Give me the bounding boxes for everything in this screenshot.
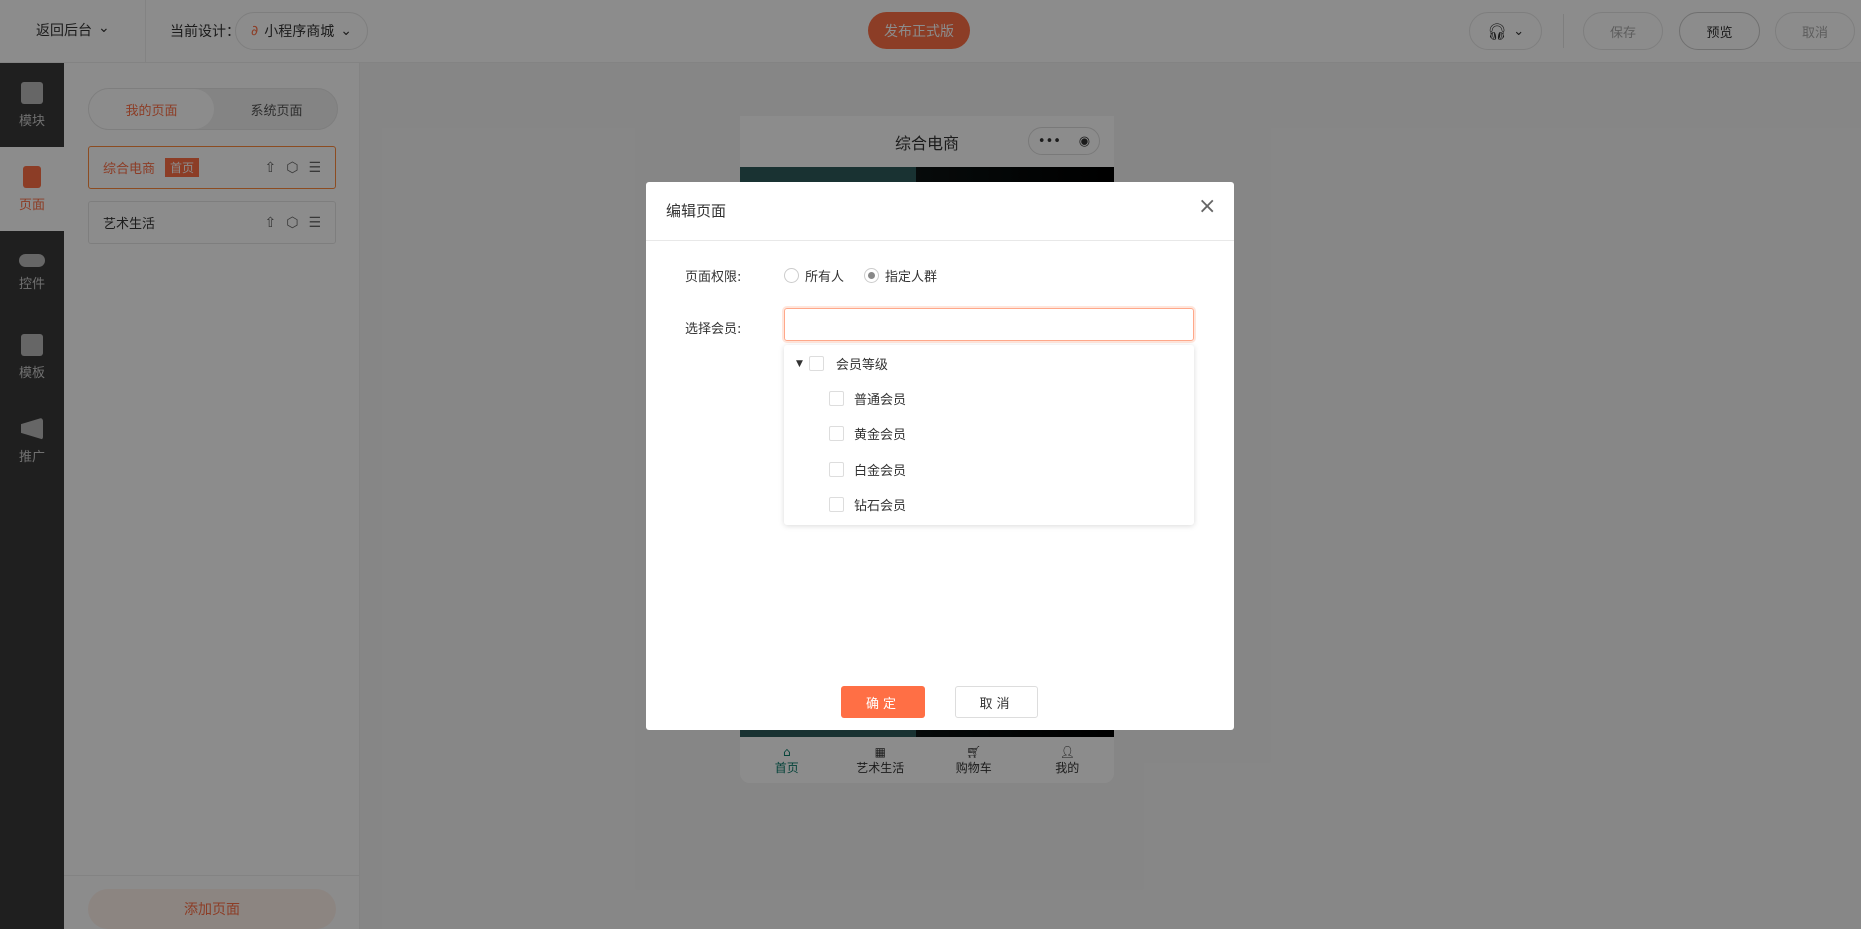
- permission-label: 页面权限:: [685, 270, 742, 285]
- tree-node[interactable]: 白金会员: [829, 460, 906, 479]
- caret-down-icon[interactable]: ▼: [796, 359, 803, 369]
- close-icon[interactable]: ×: [1198, 194, 1216, 219]
- checkbox[interactable]: [829, 462, 844, 477]
- radio-specified[interactable]: 指定人群: [864, 266, 937, 285]
- dialog-cancel-button[interactable]: 取消: [955, 686, 1038, 718]
- member-select-input[interactable]: [784, 308, 1194, 341]
- tree-label: 白金会员: [854, 464, 907, 479]
- tree-label: 会员等级: [835, 358, 888, 373]
- radio-checked-icon: [864, 268, 879, 283]
- checkbox[interactable]: [808, 356, 824, 371]
- tree-label: 钻石会员: [854, 499, 907, 514]
- dialog-title: 编辑页面: [666, 202, 727, 220]
- checkbox[interactable]: [829, 426, 844, 441]
- radio-label: 所有人: [805, 270, 845, 285]
- checkbox[interactable]: [829, 497, 844, 512]
- member-tree-dropdown: ▼ 会员等级 普通会员 黄金会员 白金会员 钻石会员: [784, 345, 1194, 525]
- tree-label: 普通会员: [854, 393, 907, 408]
- confirm-button[interactable]: 确定: [841, 686, 925, 718]
- tree-node-root[interactable]: ▼ 会员等级: [796, 354, 888, 373]
- radio-icon: [784, 268, 799, 283]
- edit-page-dialog: 编辑页面 × 页面权限: 所有人 指定人群 选择会员: ▼ 会员等级 普通会员 黄…: [646, 182, 1234, 730]
- tree-node[interactable]: 黄金会员: [829, 424, 906, 443]
- radio-everyone[interactable]: 所有人: [784, 266, 844, 285]
- checkbox[interactable]: [829, 391, 844, 406]
- member-label: 选择会员:: [685, 322, 742, 337]
- tree-node[interactable]: 钻石会员: [829, 495, 906, 514]
- radio-label: 指定人群: [885, 270, 938, 285]
- divider: [646, 240, 1234, 241]
- tree-node[interactable]: 普通会员: [829, 389, 906, 408]
- tree-label: 黄金会员: [854, 428, 907, 443]
